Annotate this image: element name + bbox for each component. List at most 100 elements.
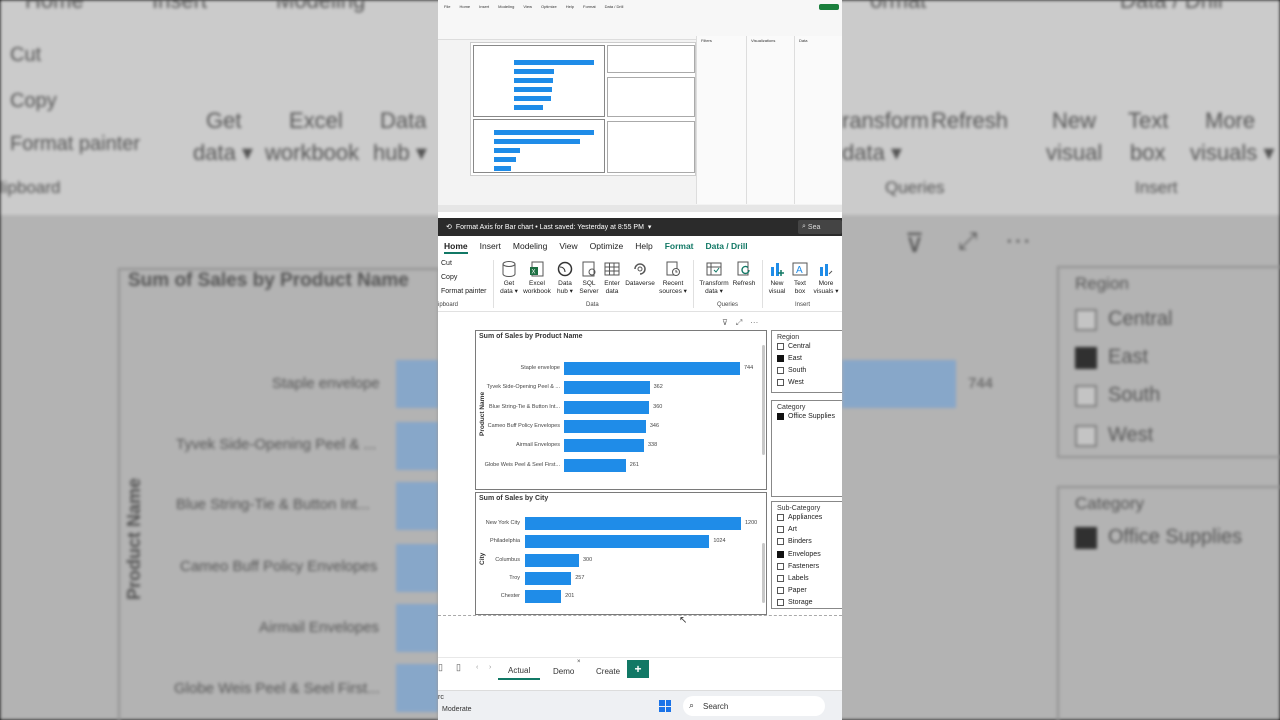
bar[interactable] (564, 458, 626, 472)
cut-button[interactable]: Cut (441, 260, 452, 267)
tab-format[interactable]: Format (659, 236, 700, 256)
slicer-item[interactable]: East (777, 355, 802, 362)
data-hub-label-1: Data (558, 280, 572, 287)
scrollbar[interactable] (762, 345, 765, 455)
bar[interactable] (564, 400, 650, 414)
bar[interactable] (525, 553, 579, 567)
checkbox-checked-icon[interactable] (777, 413, 784, 420)
slicer-item[interactable]: Storage (777, 599, 813, 607)
checkbox-icon[interactable] (777, 599, 784, 607)
mobile-layout-icon[interactable]: ▯ (456, 662, 461, 673)
new-visual-button[interactable]: New visual (766, 260, 788, 296)
checkbox-icon[interactable] (777, 379, 784, 386)
sql-server-button[interactable]: SQL Server (578, 260, 600, 296)
tab-view[interactable]: View (553, 236, 583, 256)
bar[interactable] (564, 439, 644, 453)
text-box-button[interactable]: A Text box (789, 260, 811, 296)
taskbar-search[interactable]: ⌕ Search (683, 696, 825, 716)
slicer-item-label: Central (788, 343, 811, 350)
bar[interactable] (525, 535, 710, 549)
tab-data-drill[interactable]: Data / Drill (700, 236, 754, 256)
checkbox-icon[interactable] (777, 514, 784, 521)
bar[interactable] (525, 590, 562, 604)
bar[interactable] (525, 517, 741, 530)
recent-sources-button[interactable]: Recent sources ▾ (658, 260, 688, 296)
slicer-item[interactable]: Binders (777, 538, 812, 546)
tab-insert[interactable]: Insert (474, 236, 507, 256)
slicer-item[interactable]: Office Supplies (777, 413, 835, 420)
windows-start-icon[interactable] (659, 700, 671, 712)
bar[interactable] (564, 381, 650, 395)
slicer-item[interactable]: Fasteners (777, 562, 819, 570)
get-data-label-1: Get (503, 280, 515, 287)
sql-label-2: Server (579, 288, 599, 295)
checkbox-icon[interactable] (777, 538, 784, 546)
bg-get-data: data ▾ (193, 140, 253, 165)
category-label: New York City (485, 520, 520, 526)
tab-help[interactable]: Help (629, 236, 658, 256)
transform-data-button[interactable]: Transform data ▾ (697, 260, 731, 296)
bar-chart-city[interactable]: Sum of Sales by City City New York City 1… (475, 492, 767, 615)
tab-modeling[interactable]: Modeling (507, 236, 554, 256)
format-painter-button[interactable]: Format painter (441, 288, 487, 295)
video-frame: File Home Insert Modeling View Optimize … (438, 0, 842, 720)
get-data-button[interactable]: Get data ▾ (498, 260, 520, 296)
checkbox-icon[interactable] (777, 587, 784, 595)
checkbox-icon[interactable] (777, 367, 784, 374)
tab-optimize[interactable]: Optimize (584, 236, 630, 256)
weather-icon: rc (438, 694, 444, 701)
checkbox-icon[interactable] (777, 343, 784, 350)
data-hub-button[interactable]: Data hub ▾ (554, 260, 576, 296)
scrollbar[interactable] (762, 543, 765, 603)
title-dropdown-icon[interactable]: ▾ (648, 223, 652, 231)
checkbox-icon[interactable] (777, 575, 784, 582)
checkbox-icon[interactable] (777, 526, 784, 534)
mini-taskbar (438, 205, 842, 212)
new-visual-icon (768, 260, 786, 278)
enter-data-button[interactable]: Enter data (601, 260, 623, 296)
focus-mode-icon[interactable]: ⤢ (736, 318, 742, 328)
slicer-item[interactable]: Labels (777, 575, 809, 582)
page-tab-demo[interactable]: Demo (553, 662, 574, 680)
checkbox-checked-icon[interactable] (777, 355, 784, 362)
bg-format-painter: Format painter (10, 133, 141, 155)
slicer-item[interactable]: Art (777, 526, 797, 534)
checkbox-checked-icon[interactable] (777, 550, 784, 558)
bar[interactable] (564, 419, 646, 433)
copy-button[interactable]: Copy (441, 274, 457, 281)
bar[interactable] (525, 571, 572, 585)
slicer-item[interactable]: Appliances (777, 514, 822, 521)
data-label: 257 (575, 574, 585, 581)
more-visuals-button[interactable]: More visuals ▾ (812, 260, 840, 296)
dataverse-button[interactable]: Dataverse (624, 260, 656, 288)
mini-tab: Insert (479, 4, 490, 9)
bg-focus-icon: ⤢ (958, 228, 978, 255)
checkbox-icon[interactable] (777, 562, 784, 570)
tab-home[interactable]: Home (438, 236, 474, 256)
subcategory-slicer: Sub-Category Appliances Art Binders Envelop… (771, 501, 842, 609)
refresh-button[interactable]: Refresh (731, 260, 757, 288)
close-tab-icon[interactable]: × (577, 659, 581, 665)
bar-chart-product[interactable]: Sum of Sales by Product Name Product Nam… (475, 330, 767, 490)
next-page-icon[interactable]: › (489, 664, 491, 671)
mini-bar (514, 69, 554, 74)
title-search-box[interactable]: ⌕ Sea (798, 220, 842, 234)
slicer-item[interactable]: South (777, 367, 806, 374)
svg-text:X: X (532, 270, 536, 276)
add-page-button[interactable]: + (627, 660, 649, 678)
more-options-icon[interactable]: ··· (750, 318, 758, 328)
slicer-item[interactable]: Central (777, 343, 811, 350)
bg-east: East (1108, 346, 1149, 368)
excel-workbook-button[interactable]: X Excel workbook (522, 260, 552, 296)
prev-page-icon[interactable]: ‹ (476, 664, 478, 671)
page-view-icon[interactable]: ▯ (438, 662, 443, 673)
bg-refresh: Refresh (931, 108, 1009, 133)
page-tab-create[interactable]: Create (596, 662, 620, 680)
bar[interactable] (564, 362, 740, 375)
excel-label-2: workbook (523, 288, 551, 295)
filter-icon[interactable]: ⊽ (722, 318, 728, 328)
slicer-item[interactable]: Envelopes (777, 550, 821, 558)
slicer-item[interactable]: Paper (777, 587, 807, 595)
page-tab-actual[interactable]: Actual (498, 662, 541, 680)
slicer-item[interactable]: West (777, 379, 804, 386)
